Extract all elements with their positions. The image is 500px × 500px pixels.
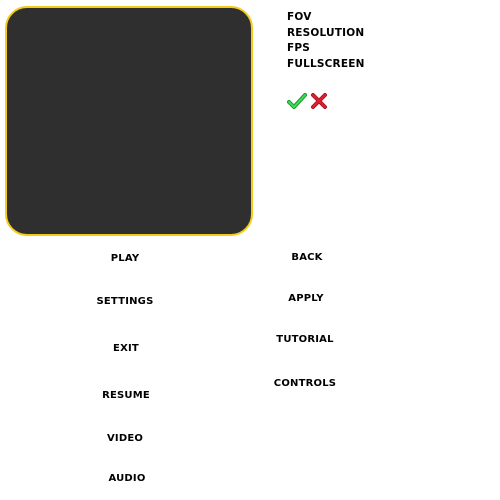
menu-screen: FOV RESOLUTION FPS FULLSCREEN PLAY SETTI… — [0, 0, 500, 500]
controls-button[interactable]: CONTROLS — [274, 378, 336, 389]
setting-fov[interactable]: FOV — [287, 10, 365, 26]
back-button[interactable]: BACK — [291, 252, 322, 263]
setting-resolution[interactable]: RESOLUTION — [287, 26, 365, 42]
setting-fullscreen[interactable]: FULLSCREEN — [287, 57, 365, 73]
audio-button[interactable]: AUDIO — [108, 473, 145, 484]
confirm-cancel-icons — [287, 92, 331, 112]
apply-button[interactable]: APPLY — [288, 293, 323, 304]
checkmark-icon[interactable] — [287, 92, 307, 110]
setting-fps[interactable]: FPS — [287, 41, 365, 57]
tutorial-button[interactable]: TUTORIAL — [276, 334, 333, 345]
settings-button[interactable]: SETTINGS — [96, 296, 153, 307]
exit-button[interactable]: EXIT — [113, 343, 139, 354]
x-icon[interactable] — [310, 92, 328, 110]
resume-button[interactable]: RESUME — [102, 390, 150, 401]
settings-options-list: FOV RESOLUTION FPS FULLSCREEN — [287, 10, 365, 72]
video-button[interactable]: VIDEO — [107, 433, 143, 444]
play-button[interactable]: PLAY — [111, 253, 140, 264]
preview-panel — [5, 6, 253, 236]
